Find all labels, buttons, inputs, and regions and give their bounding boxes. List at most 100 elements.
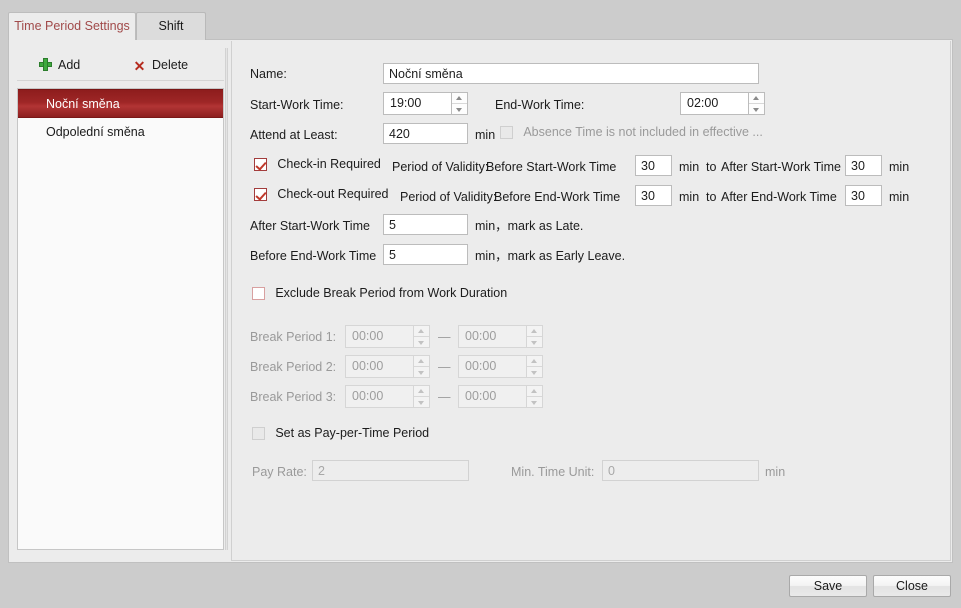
min-time-unit-input[interactable]: [602, 460, 759, 481]
break-period-3-end-spinner[interactable]: 00:00: [458, 385, 543, 408]
save-button[interactable]: Save: [789, 575, 867, 597]
check-in-after-label: After Start-Work Time: [721, 160, 841, 174]
late-threshold-input[interactable]: [383, 214, 468, 235]
spin-up-icon[interactable]: [527, 386, 542, 397]
tab-shift[interactable]: Shift: [136, 12, 206, 40]
start-work-time-spinner[interactable]: 19:00: [383, 92, 468, 115]
end-work-time-spin-buttons[interactable]: [749, 92, 765, 115]
attend-at-least-label: Attend at Least:: [250, 128, 338, 142]
attend-at-least-input[interactable]: [383, 123, 468, 144]
list-item[interactable]: Odpolední směna: [18, 118, 223, 147]
start-work-time-spin-buttons[interactable]: [452, 92, 468, 115]
break-period-2-end-spinner[interactable]: 00:00: [458, 355, 543, 378]
left-panel: Add ✕ Delete Noční směna Odpolední směna: [17, 48, 224, 550]
break-period-2-end-spin-buttons[interactable]: [527, 355, 543, 378]
spin-down-icon[interactable]: [527, 397, 542, 408]
spin-down-icon[interactable]: [749, 104, 764, 115]
break-period-2-end-value[interactable]: 00:00: [458, 355, 527, 378]
settings-form: Name: Start-Work Time: 19:00 End-Work Ti…: [231, 41, 951, 561]
early-leave-threshold-input[interactable]: [383, 244, 468, 265]
break-period-1-separator: —: [438, 330, 451, 344]
absence-time-checkbox[interactable]: [500, 126, 513, 139]
name-input[interactable]: [383, 63, 759, 84]
break-period-2-start-spinner[interactable]: 00:00: [345, 355, 430, 378]
footer-bar: Save Close: [0, 563, 961, 608]
check-out-after-unit: min: [889, 190, 910, 204]
time-period-list[interactable]: Noční směna Odpolední směna: [17, 88, 224, 550]
spin-down-icon[interactable]: [527, 367, 542, 378]
spin-down-icon[interactable]: [414, 367, 429, 378]
tab-time-period-settings[interactable]: Time Period Settings: [8, 12, 136, 40]
attend-at-least-unit: min: [475, 128, 496, 142]
break-period-1-end-spin-buttons[interactable]: [527, 325, 543, 348]
end-work-time-spinner[interactable]: 02:00: [680, 92, 765, 115]
check-out-before-input[interactable]: [635, 185, 672, 206]
check-in-required-label: Check-in Required: [277, 157, 381, 171]
break-period-3-start-value[interactable]: 00:00: [345, 385, 414, 408]
check-out-before-unit: min: [679, 190, 700, 204]
list-item[interactable]: Noční směna: [18, 89, 223, 118]
break-period-3-end-spin-buttons[interactable]: [527, 385, 543, 408]
spin-up-icon[interactable]: [452, 93, 467, 104]
late-threshold-label: After Start-Work Time: [250, 219, 370, 233]
check-in-required-checkbox[interactable]: [254, 158, 267, 171]
name-label: Name:: [250, 67, 287, 81]
check-in-to-label: to: [706, 160, 717, 174]
plus-icon: [39, 58, 52, 71]
spin-up-icon[interactable]: [749, 93, 764, 104]
late-threshold-suffix: min，mark as Late.: [475, 219, 584, 233]
break-period-3-separator: —: [438, 390, 451, 404]
add-button[interactable]: Add: [39, 55, 80, 75]
break-period-2-separator: —: [438, 360, 451, 374]
exclude-break-period-checkbox[interactable]: [252, 287, 265, 300]
break-period-3-end-value[interactable]: 00:00: [458, 385, 527, 408]
break-period-3-start-spin-buttons[interactable]: [414, 385, 430, 408]
check-out-after-label: After End-Work Time: [721, 190, 837, 204]
early-leave-threshold-suffix: min，mark as Early Leave.: [475, 249, 626, 263]
tab-strip: Time Period Settings Shift: [0, 0, 961, 40]
min-time-unit-label: Min. Time Unit:: [511, 465, 595, 479]
check-in-before-input[interactable]: [635, 155, 672, 176]
check-out-after-input[interactable]: [845, 185, 882, 206]
check-in-before-unit: min: [679, 160, 700, 174]
break-period-1-end-value[interactable]: 00:00: [458, 325, 527, 348]
spin-up-icon[interactable]: [527, 326, 542, 337]
break-period-1-start-spinner[interactable]: 00:00: [345, 325, 430, 348]
pay-per-time-period-checkbox[interactable]: [252, 427, 265, 440]
check-out-required-label: Check-out Required: [277, 187, 389, 201]
delete-button[interactable]: ✕ Delete: [133, 55, 189, 75]
check-out-to-label: to: [706, 190, 717, 204]
break-period-1-end-spinner[interactable]: 00:00: [458, 325, 543, 348]
break-period-1-start-spin-buttons[interactable]: [414, 325, 430, 348]
exclude-break-period-label: Exclude Break Period from Work Duration: [275, 286, 508, 300]
check-out-validity-label: Period of Validity:: [400, 190, 497, 204]
start-work-time-value[interactable]: 19:00: [383, 92, 452, 115]
break-period-1-label: Break Period 1:: [250, 330, 337, 344]
spin-up-icon[interactable]: [414, 386, 429, 397]
break-period-2-label: Break Period 2:: [250, 360, 337, 374]
check-in-validity-label: Period of Validity:: [392, 160, 489, 174]
break-period-2-start-spin-buttons[interactable]: [414, 355, 430, 378]
add-button-label: Add: [58, 58, 81, 72]
close-button[interactable]: Close: [873, 575, 951, 597]
panel-splitter[interactable]: [225, 48, 228, 550]
end-work-time-value[interactable]: 02:00: [680, 92, 749, 115]
break-period-3-label: Break Period 3:: [250, 390, 337, 404]
spin-up-icon[interactable]: [414, 356, 429, 367]
pay-rate-input[interactable]: [312, 460, 469, 481]
spin-up-icon[interactable]: [414, 326, 429, 337]
spin-down-icon[interactable]: [527, 337, 542, 348]
spin-up-icon[interactable]: [527, 356, 542, 367]
check-in-after-input[interactable]: [845, 155, 882, 176]
check-out-required-checkbox[interactable]: [254, 188, 267, 201]
delete-button-label: Delete: [152, 58, 189, 72]
break-period-2-start-value[interactable]: 00:00: [345, 355, 414, 378]
list-toolbar: Add ✕ Delete: [17, 48, 224, 81]
spin-down-icon[interactable]: [414, 337, 429, 348]
break-period-1-start-value[interactable]: 00:00: [345, 325, 414, 348]
min-time-unit-suffix: min: [765, 465, 786, 479]
end-work-time-label: End-Work Time:: [495, 98, 585, 112]
break-period-3-start-spinner[interactable]: 00:00: [345, 385, 430, 408]
spin-down-icon[interactable]: [414, 397, 429, 408]
spin-down-icon[interactable]: [452, 104, 467, 115]
